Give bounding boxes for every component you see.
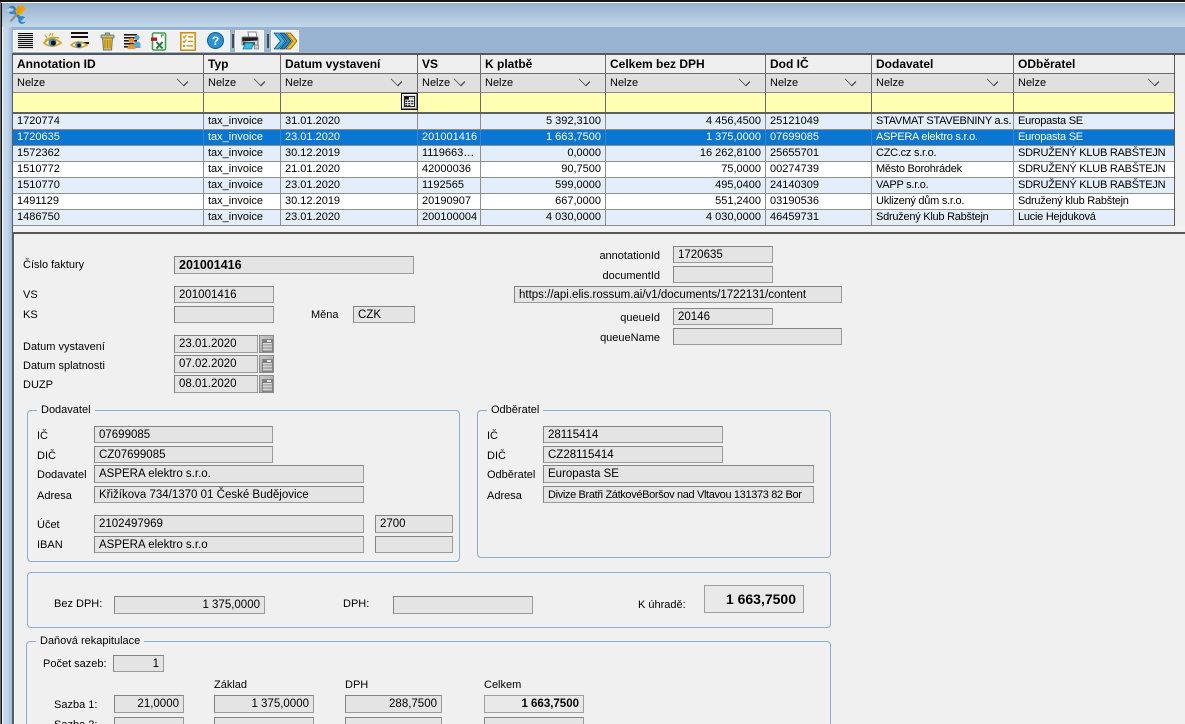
svg-text:?: ? bbox=[212, 34, 219, 48]
